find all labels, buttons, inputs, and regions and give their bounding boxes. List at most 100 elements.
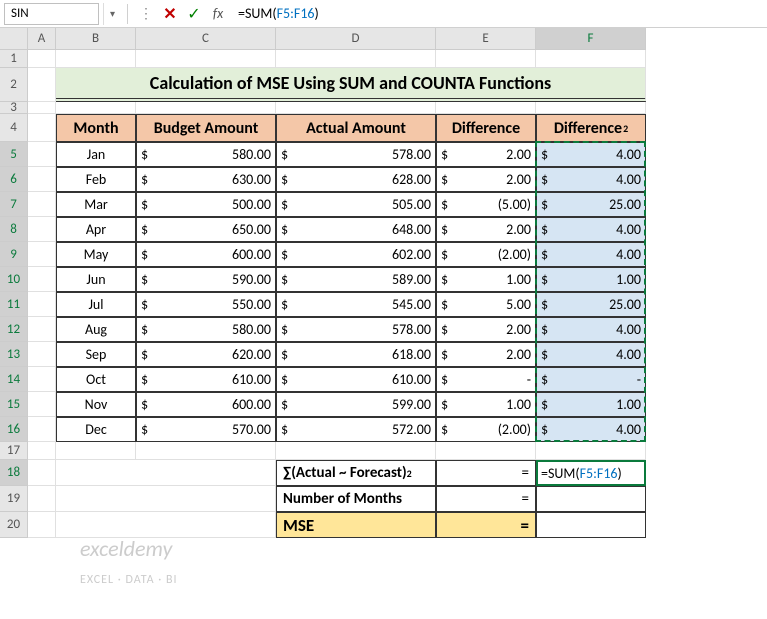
cell-E7[interactable]: $(5.00): [436, 192, 536, 217]
cell-C12[interactable]: $580.00: [136, 317, 276, 342]
row-header-18[interactable]: 18: [0, 460, 28, 486]
name-box[interactable]: SIN: [4, 3, 99, 25]
cell-F13[interactable]: $4.00: [536, 342, 646, 367]
cell-month[interactable]: Apr: [56, 217, 136, 242]
row-header-6[interactable]: 6: [0, 167, 28, 192]
cell-E11[interactable]: $5.00: [436, 292, 536, 317]
cell-C8[interactable]: $650.00: [136, 217, 276, 242]
summary-val-18[interactable]: =SUM(F5:F16): [536, 460, 646, 486]
row-header-15[interactable]: 15: [0, 392, 28, 417]
cell-F8[interactable]: $4.00: [536, 217, 646, 242]
summary-label-18[interactable]: ∑(Actual ~ Forecast)2: [276, 460, 436, 486]
cell-E9[interactable]: $(2.00): [436, 242, 536, 267]
cell-F11[interactable]: $25.00: [536, 292, 646, 317]
cell-D14[interactable]: $610.00: [276, 367, 436, 392]
summary-eq-20[interactable]: =: [436, 512, 536, 538]
name-box-dropdown[interactable]: ▾: [103, 3, 121, 25]
row-header-11[interactable]: 11: [0, 292, 28, 317]
confirm-icon[interactable]: ✓: [184, 4, 204, 24]
cell-F7[interactable]: $25.00: [536, 192, 646, 217]
cell-F12[interactable]: $4.00: [536, 317, 646, 342]
cell-E14[interactable]: $-: [436, 367, 536, 392]
row-header-2[interactable]: 2: [0, 68, 28, 102]
row-header-14[interactable]: 14: [0, 367, 28, 392]
summary-label-19[interactable]: Number of Months: [276, 486, 436, 512]
cell-D8[interactable]: $648.00: [276, 217, 436, 242]
cell-month[interactable]: Feb: [56, 167, 136, 192]
cell-C6[interactable]: $630.00: [136, 167, 276, 192]
col-header-F[interactable]: F: [536, 28, 646, 50]
row-header-1[interactable]: 1: [0, 50, 28, 68]
cell-C9[interactable]: $600.00: [136, 242, 276, 267]
select-all-corner[interactable]: [0, 28, 28, 50]
col-header-B[interactable]: B: [56, 28, 136, 50]
cell-E6[interactable]: $2.00: [436, 167, 536, 192]
cell-D15[interactable]: $599.00: [276, 392, 436, 417]
cell-E15[interactable]: $1.00: [436, 392, 536, 417]
row-header-12[interactable]: 12: [0, 317, 28, 342]
cell-F6[interactable]: $4.00: [536, 167, 646, 192]
cell-E10[interactable]: $1.00: [436, 267, 536, 292]
cell-F10[interactable]: $1.00: [536, 267, 646, 292]
cell-month[interactable]: Jun: [56, 267, 136, 292]
cell-F16[interactable]: $4.00: [536, 417, 646, 442]
summary-label-20[interactable]: MSE: [276, 512, 436, 538]
cell-E12[interactable]: $2.00: [436, 317, 536, 342]
col-header-D[interactable]: D: [276, 28, 436, 50]
col-header-C[interactable]: C: [136, 28, 276, 50]
cell-D5[interactable]: $578.00: [276, 142, 436, 167]
cell-F5[interactable]: $4.00: [536, 142, 646, 167]
row-header-20[interactable]: 20: [0, 512, 28, 538]
cell-month[interactable]: Nov: [56, 392, 136, 417]
cell-D12[interactable]: $578.00: [276, 317, 436, 342]
cell-month[interactable]: May: [56, 242, 136, 267]
row-header-3[interactable]: 3: [0, 102, 28, 114]
cell-D11[interactable]: $545.00: [276, 292, 436, 317]
cell-month[interactable]: Jul: [56, 292, 136, 317]
cell-month[interactable]: Oct: [56, 367, 136, 392]
cell-C11[interactable]: $550.00: [136, 292, 276, 317]
cell-D13[interactable]: $618.00: [276, 342, 436, 367]
cell-E8[interactable]: $2.00: [436, 217, 536, 242]
summary-val-20[interactable]: [536, 512, 646, 538]
cell-C5[interactable]: $580.00: [136, 142, 276, 167]
cell-F14[interactable]: $-: [536, 367, 646, 392]
cell-month[interactable]: Sep: [56, 342, 136, 367]
summary-eq-18[interactable]: =: [436, 460, 536, 486]
row-header-10[interactable]: 10: [0, 267, 28, 292]
col-header-A[interactable]: A: [28, 28, 56, 50]
cancel-icon[interactable]: ✕: [160, 4, 180, 24]
cell-D9[interactable]: $602.00: [276, 242, 436, 267]
cell-C15[interactable]: $600.00: [136, 392, 276, 417]
row-header-17[interactable]: 17: [0, 442, 28, 460]
cell-month[interactable]: Jan: [56, 142, 136, 167]
row-header-4[interactable]: 4: [0, 114, 28, 142]
cell-C10[interactable]: $590.00: [136, 267, 276, 292]
cell-C7[interactable]: $500.00: [136, 192, 276, 217]
col-header-E[interactable]: E: [436, 28, 536, 50]
row-header-8[interactable]: 8: [0, 217, 28, 242]
row-header-13[interactable]: 13: [0, 342, 28, 367]
cell-C14[interactable]: $610.00: [136, 367, 276, 392]
cell-C16[interactable]: $570.00: [136, 417, 276, 442]
more-icon[interactable]: ⋮: [136, 4, 156, 24]
summary-val-19[interactable]: [536, 486, 646, 512]
row-header-5[interactable]: 5: [0, 142, 28, 167]
cell-E13[interactable]: $2.00: [436, 342, 536, 367]
cell-F9[interactable]: $4.00: [536, 242, 646, 267]
row-header-7[interactable]: 7: [0, 192, 28, 217]
row-header-9[interactable]: 9: [0, 242, 28, 267]
row-header-16[interactable]: 16: [0, 417, 28, 442]
cell-D6[interactable]: $628.00: [276, 167, 436, 192]
cell-D10[interactable]: $589.00: [276, 267, 436, 292]
summary-eq-19[interactable]: =: [436, 486, 536, 512]
cell-D7[interactable]: $505.00: [276, 192, 436, 217]
cell-C13[interactable]: $620.00: [136, 342, 276, 367]
cell-F15[interactable]: $1.00: [536, 392, 646, 417]
cell-month[interactable]: Dec: [56, 417, 136, 442]
fx-icon[interactable]: fx: [208, 4, 228, 24]
row-header-19[interactable]: 19: [0, 486, 28, 512]
cell-month[interactable]: Aug: [56, 317, 136, 342]
cell-month[interactable]: Mar: [56, 192, 136, 217]
cell-E5[interactable]: $2.00: [436, 142, 536, 167]
